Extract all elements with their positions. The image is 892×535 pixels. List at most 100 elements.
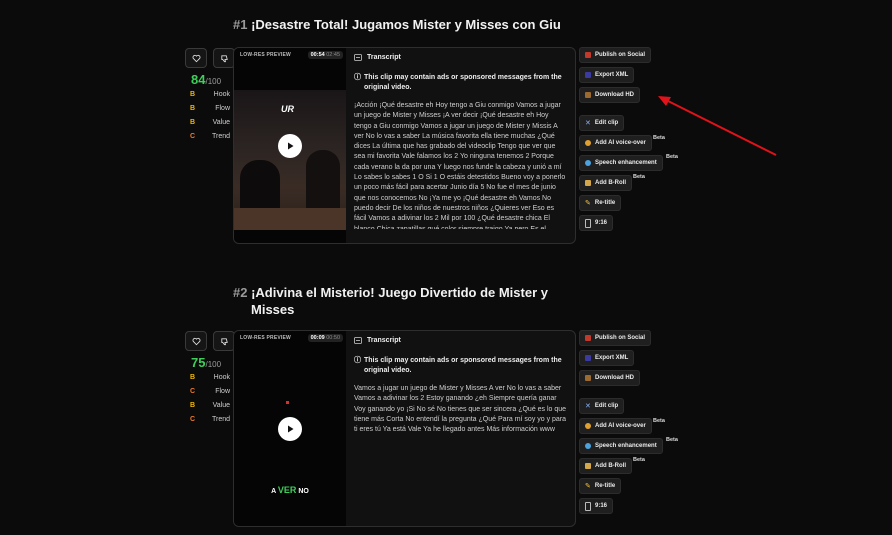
- dislike-button[interactable]: [213, 48, 235, 68]
- edit-clip-button[interactable]: ✕ Edit clip: [579, 398, 625, 414]
- download-hd-button[interactable]: Download HD: [579, 87, 640, 103]
- button-label: Publish on Social: [595, 335, 646, 341]
- button-label: Re-title: [594, 483, 616, 489]
- grade-label: Trend: [211, 133, 230, 140]
- play-icon: [288, 425, 294, 433]
- ads-notice-text: This clip may contain ads or sponsored m…: [364, 357, 562, 374]
- aspect-icon: [585, 218, 591, 228]
- score: 84/100: [191, 72, 221, 87]
- publish-on-social-button[interactable]: Publish on Social: [579, 47, 652, 63]
- grade-label: Hook: [213, 91, 230, 98]
- grade-label: Value: [212, 402, 230, 409]
- transcript-label: Transcript: [367, 337, 401, 344]
- time-total: 02:45: [326, 52, 340, 58]
- beta-tag: Beta: [666, 154, 678, 160]
- film-icon: [585, 180, 591, 186]
- beta-tag: Beta: [666, 437, 678, 443]
- mic-icon: [585, 160, 591, 166]
- heart-icon: [192, 54, 200, 62]
- thumbs-down-icon: [220, 54, 228, 62]
- grade-letter: C: [190, 416, 196, 423]
- grade-row: B Flow: [190, 102, 230, 116]
- button-label: 9:16: [595, 220, 608, 226]
- grade-list: B Hook B Flow B Value C Trend: [190, 88, 230, 144]
- scissors-icon: ✕: [585, 403, 591, 410]
- like-button[interactable]: [185, 331, 207, 351]
- add-ai-voice-over-button[interactable]: Add AI voice-over: [579, 135, 652, 151]
- clip-card: UR LOW-RES PREVIEW 00:54 02:45 Transcrip…: [233, 47, 576, 244]
- grade-label: Value: [212, 119, 230, 126]
- score-value: 84: [191, 72, 206, 87]
- aspect-icon: [585, 501, 591, 511]
- edit-clip-button[interactable]: ✕ Edit clip: [579, 115, 625, 131]
- vote-buttons: [185, 331, 235, 351]
- timestamp: 00:09 00:50: [307, 334, 343, 342]
- transcript-icon: [354, 54, 362, 61]
- grade-letter: C: [190, 133, 196, 140]
- button-label: Re-title: [594, 200, 616, 206]
- caption-text: NO: [296, 488, 309, 495]
- aspect-ratio-button[interactable]: 9:16: [579, 215, 614, 231]
- dislike-button[interactable]: [213, 331, 235, 351]
- ads-notice: ⓘ This clip may contain ads or sponsored…: [354, 356, 567, 376]
- transcript-header: Transcript: [354, 337, 567, 344]
- export-xml-button[interactable]: Export XML: [579, 67, 635, 83]
- beta-tag: Beta: [633, 457, 645, 463]
- thumbs-down-icon: [220, 337, 228, 345]
- pencil-icon: ✎: [585, 200, 591, 207]
- play-button[interactable]: [278, 417, 302, 441]
- clip-number: #1: [233, 17, 248, 32]
- add-b-roll-button[interactable]: Add B-Roll: [579, 175, 632, 191]
- transcript-label: Transcript: [367, 54, 401, 61]
- transcript-header: Transcript: [354, 54, 567, 61]
- add-b-roll-button[interactable]: Add B-Roll: [579, 458, 632, 474]
- scissors-icon: ✕: [585, 120, 591, 127]
- video-preview[interactable]: UR LOW-RES PREVIEW 00:54 02:45: [234, 48, 346, 243]
- logo-sign: UR: [281, 104, 294, 114]
- clip-number: #2: [233, 285, 248, 300]
- video-preview[interactable]: LOW-RES PREVIEW 00:09 00:50 A VER NO: [234, 331, 346, 526]
- button-label: Add AI voice-over: [595, 140, 646, 146]
- download-hd-button[interactable]: Download HD: [579, 370, 640, 386]
- calendar-icon: [585, 335, 591, 341]
- speech-enhancement-button[interactable]: Speech enhancement: [579, 438, 663, 454]
- grade-letter: B: [190, 105, 196, 112]
- film-icon: [585, 463, 591, 469]
- aspect-ratio-button[interactable]: 9:16: [579, 498, 614, 514]
- transcript-text: Vamos a jugar un juego de Mister y Misse…: [354, 385, 567, 434]
- preview-badge: LOW-RES PREVIEW: [240, 335, 291, 341]
- timestamp: 00:54 02:45: [307, 51, 343, 59]
- add-ai-voice-over-button[interactable]: Add AI voice-over: [579, 418, 652, 434]
- grade-row: B Value: [190, 399, 230, 413]
- score-max: /100: [205, 360, 222, 369]
- score-max: /100: [205, 77, 222, 86]
- grade-row: B Hook: [190, 371, 230, 385]
- publish-on-social-button[interactable]: Publish on Social: [579, 330, 652, 346]
- ads-notice-text: This clip may contain ads or sponsored m…: [364, 74, 562, 91]
- info-icon: ⓘ: [354, 74, 361, 81]
- clip-title: #1 ¡Desastre Total! Jugamos Mister y Mis…: [233, 16, 563, 33]
- re-title-button[interactable]: ✎ Re-title: [579, 478, 622, 494]
- button-label: Publish on Social: [595, 52, 646, 58]
- download-icon: [585, 92, 591, 98]
- re-title-button[interactable]: ✎ Re-title: [579, 195, 622, 211]
- like-button[interactable]: [185, 48, 207, 68]
- button-label: Add AI voice-over: [595, 423, 646, 429]
- clip-title: #2 ¡Adivina el Misterio! Juego Divertido…: [233, 284, 571, 318]
- button-label: Edit clip: [594, 403, 619, 409]
- score-value: 75: [191, 355, 206, 370]
- grade-row: B Value: [190, 116, 230, 130]
- video-thumbnail: [286, 401, 289, 404]
- grade-label: Flow: [215, 105, 230, 112]
- grade-row: C Flow: [190, 385, 230, 399]
- grade-list: B Hook C Flow B Value C Trend: [190, 371, 230, 427]
- speech-enhancement-button[interactable]: Speech enhancement: [579, 155, 663, 171]
- table: [234, 208, 346, 230]
- caption-highlight: VER: [277, 485, 297, 495]
- preview-badge: LOW-RES PREVIEW: [240, 52, 291, 58]
- play-button[interactable]: [278, 134, 302, 158]
- voice-icon: [585, 423, 591, 429]
- export-xml-button[interactable]: Export XML: [579, 350, 635, 366]
- pencil-icon: ✎: [585, 483, 591, 490]
- beta-tag: Beta: [653, 135, 665, 141]
